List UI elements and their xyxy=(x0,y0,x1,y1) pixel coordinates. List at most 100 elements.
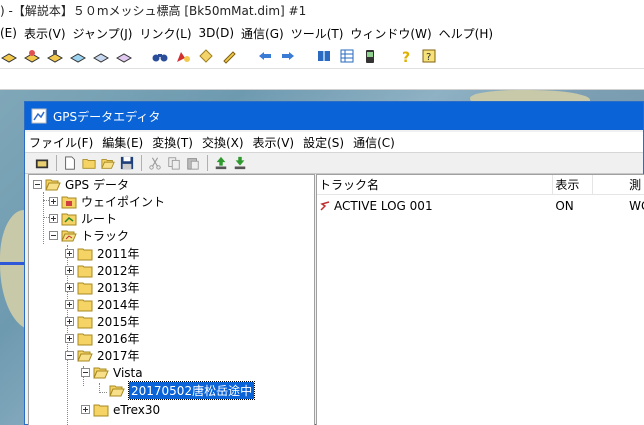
expand-icon[interactable] xyxy=(49,214,58,223)
expand-icon[interactable] xyxy=(49,197,58,206)
layer-icon-2[interactable] xyxy=(23,47,41,65)
main-menu-tools[interactable]: ツール(T) xyxy=(291,25,351,42)
tree-node-year[interactable]: 2012年 xyxy=(65,262,140,279)
column-header-display[interactable]: 表示 xyxy=(553,175,594,195)
list-header: トラック名 表示 測 xyxy=(317,175,644,195)
open-folder-icon[interactable] xyxy=(99,155,116,172)
menu-edit[interactable]: 編集(E) xyxy=(102,134,152,151)
svg-text:?: ? xyxy=(402,50,410,64)
tree-node-label: ルート xyxy=(81,212,118,226)
cell-datum: WG xyxy=(629,199,644,213)
upload-icon[interactable] xyxy=(212,155,229,172)
tree-node-routes[interactable]: ルート xyxy=(49,210,117,227)
gps-editor-title-bar[interactable]: GPSデータエディタ xyxy=(25,102,643,130)
up-folder-icon[interactable] xyxy=(33,155,50,172)
expand-icon[interactable] xyxy=(65,300,74,309)
main-menu-view[interactable]: 表示(V) xyxy=(24,25,73,42)
pencil-icon[interactable] xyxy=(220,47,238,65)
tree-node-label: 2011年 xyxy=(97,247,140,261)
layer-icon-6[interactable] xyxy=(115,47,133,65)
tree-node-year[interactable]: 2013年 xyxy=(65,279,140,296)
copy-icon[interactable] xyxy=(165,155,182,172)
folder-icon xyxy=(77,333,93,345)
menu-exchange[interactable]: 交換(X) xyxy=(202,134,253,151)
tree-node-vista[interactable]: Vista xyxy=(81,364,143,381)
tree-node-label: トラック xyxy=(81,229,130,243)
gps-data-tree[interactable]: GPS データ ウェイポイント ルート トラック 2011年 2012年 201… xyxy=(28,174,315,425)
table-row[interactable]: ACTIVE LOG 001 ON WG xyxy=(317,196,644,216)
main-address-bar xyxy=(0,68,644,90)
main-menu-link[interactable]: リンク(L) xyxy=(139,25,198,42)
tag-icon[interactable] xyxy=(197,47,215,65)
layer-icon-3[interactable] xyxy=(46,47,64,65)
book-icon[interactable] xyxy=(315,47,333,65)
layer-icon-4[interactable] xyxy=(69,47,87,65)
collapse-icon[interactable] xyxy=(49,231,58,240)
layer-icon-5[interactable] xyxy=(92,47,110,65)
layer-icon-1[interactable] xyxy=(0,47,18,65)
main-menu-window[interactable]: ウィンドウ(W) xyxy=(350,25,438,42)
tree-node-label: 2012年 xyxy=(97,264,140,278)
collapse-icon[interactable] xyxy=(33,180,42,189)
back-arrow-icon[interactable] xyxy=(256,47,274,65)
gps-editor-menu-bar: ファイル(F) 編集(E) 変換(T) 交換(X) 表示(V) 設定(S) 通信… xyxy=(25,132,643,152)
tree-node-tracks[interactable]: トラック xyxy=(49,227,129,244)
paste-icon[interactable] xyxy=(184,155,201,172)
menu-settings[interactable]: 設定(S) xyxy=(303,134,353,151)
open-folder-icon xyxy=(45,179,61,190)
main-window-title: ) -【解説本】５０mメッシュ標高 [Bk50mMat.dim] #1 xyxy=(0,0,644,22)
save-icon[interactable] xyxy=(118,155,135,172)
context-help-icon[interactable]: ? xyxy=(420,47,438,65)
tree-node-etrex[interactable]: eTrex30 xyxy=(81,401,160,418)
expand-icon[interactable] xyxy=(65,283,74,292)
tree-node-waypoints[interactable]: ウェイポイント xyxy=(49,193,165,210)
download-icon[interactable] xyxy=(231,155,248,172)
track-list[interactable]: トラック名 表示 測 ACTIVE LOG 001 ON WG xyxy=(316,174,644,425)
tree-node-year[interactable]: 2014年 xyxy=(65,296,140,313)
collapse-icon[interactable] xyxy=(81,368,90,377)
tree-node-label: 2015年 xyxy=(97,315,140,329)
tree-node-root[interactable]: GPS データ xyxy=(33,176,129,193)
column-header-datum[interactable]: 測 xyxy=(593,175,644,195)
column-header-track-name[interactable]: トラック名 xyxy=(317,175,554,195)
gps-device-icon[interactable] xyxy=(361,47,379,65)
menu-file[interactable]: ファイル(F) xyxy=(29,134,102,151)
forward-arrow-icon[interactable] xyxy=(279,47,297,65)
waypoint-folder-icon xyxy=(61,196,77,208)
tree-node-label: ウェイポイント xyxy=(81,195,166,209)
tree-node-year-2017[interactable]: 2017年 xyxy=(65,347,140,364)
track-name: ACTIVE LOG 001 xyxy=(334,199,433,213)
folder-icon xyxy=(77,248,93,260)
tree-node-year[interactable]: 2011年 xyxy=(65,245,140,262)
expand-icon[interactable] xyxy=(65,317,74,326)
menu-convert[interactable]: 変換(T) xyxy=(152,134,202,151)
main-menu-3d[interactable]: 3D(D) xyxy=(199,26,241,40)
help-icon[interactable]: ? xyxy=(397,47,415,65)
expand-icon[interactable] xyxy=(81,405,90,414)
main-menu-help[interactable]: ヘルプ(H) xyxy=(439,25,500,42)
folder-icon xyxy=(77,282,93,294)
menu-communication[interactable]: 通信(C) xyxy=(353,134,404,151)
binoculars-icon[interactable] xyxy=(151,47,169,65)
expand-icon[interactable] xyxy=(65,334,74,343)
new-folder-icon[interactable] xyxy=(80,155,97,172)
tree-node-year[interactable]: 2016年 xyxy=(65,330,140,347)
folder-icon xyxy=(77,316,93,328)
cut-icon[interactable] xyxy=(146,155,163,172)
menu-view[interactable]: 表示(V) xyxy=(253,134,304,151)
expand-icon[interactable] xyxy=(65,266,74,275)
main-menu-jump[interactable]: ジャンプ(J) xyxy=(73,25,140,42)
new-file-icon[interactable] xyxy=(61,155,78,172)
expand-icon[interactable] xyxy=(65,249,74,258)
app-icon xyxy=(31,108,47,124)
main-menu-comm[interactable]: 通信(G) xyxy=(241,25,291,42)
collapse-icon[interactable] xyxy=(65,351,74,360)
marker-icon[interactable] xyxy=(174,47,192,65)
tree-node-year[interactable]: 2015年 xyxy=(65,313,140,330)
route-folder-icon xyxy=(61,213,77,225)
gps-editor-window: GPSデータエディタ ファイル(F) 編集(E) 変換(T) 交換(X) 表示(… xyxy=(24,101,644,425)
table-icon[interactable] xyxy=(338,47,356,65)
main-menu-edit[interactable]: (E) xyxy=(0,26,24,40)
tree-node-label: Vista xyxy=(113,365,143,380)
tree-node-selected-track[interactable]: 20170502唐松岳途中 xyxy=(109,381,256,400)
